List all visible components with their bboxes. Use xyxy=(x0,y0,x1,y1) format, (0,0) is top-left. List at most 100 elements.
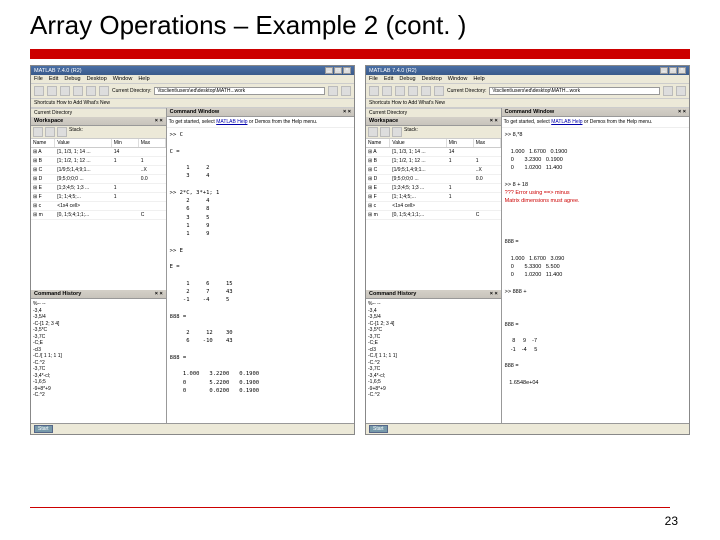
ws-col-name[interactable]: Name xyxy=(366,139,390,147)
help-link[interactable]: MATLAB Help xyxy=(216,119,247,125)
shortcuts-bar[interactable]: Shortcuts How to Add What's New xyxy=(31,99,354,108)
start-button[interactable]: Start xyxy=(369,425,388,433)
ws-var-row[interactable]: ⊞ E[1;3;4;5; 1;3 ...1 xyxy=(366,184,501,193)
ws-var-row[interactable]: ⊞ c<1x4 cell> xyxy=(366,202,501,211)
curdir-label: Current Directory: xyxy=(112,88,151,94)
close-icon[interactable]: × xyxy=(678,67,686,74)
cmdwin-body[interactable]: >> C C = 1 2 3 4 >> 2*C, 3*+1; 1 2 4 6 8… xyxy=(167,128,354,423)
undo-icon[interactable] xyxy=(99,86,109,96)
ws-col-max[interactable]: Max xyxy=(139,139,166,147)
ws-col-value[interactable]: Value xyxy=(55,139,112,147)
menu-window[interactable]: Window xyxy=(448,76,468,82)
ws-var-row[interactable]: ⊞ E[1;3;4;5; 1;3 ...1 xyxy=(31,184,166,193)
ws-var-row[interactable]: ⊞ m[0, 1;5;4;1;1;...C xyxy=(31,211,166,220)
ws-var-row[interactable]: ⊞ C[1/9;5;1,4;9;1.....X xyxy=(31,166,166,175)
paste-icon[interactable] xyxy=(86,86,96,96)
menu-debug[interactable]: Debug xyxy=(64,76,80,82)
maximize-icon[interactable]: □ xyxy=(669,67,677,74)
matlab-window-left: MATLAB 7.4.0 (R2) _ □ × File Edit Debug … xyxy=(30,65,355,435)
ws-col-min[interactable]: Min xyxy=(112,139,139,147)
curdir-tab[interactable]: Current Directory xyxy=(31,108,166,117)
panel-close-icon[interactable]: × × xyxy=(678,109,686,115)
open-icon[interactable] xyxy=(382,86,392,96)
panel-close-icon[interactable]: × × xyxy=(490,291,498,297)
ws-var-row[interactable]: ⊞ A[1, 1/3, 1; 14 ...14 xyxy=(31,148,166,157)
new-icon[interactable] xyxy=(369,86,379,96)
open-icon[interactable] xyxy=(47,86,57,96)
cmdhist-body[interactable]: %-- ---3,4-3,5/4-C-[1 2; 3 4]-3,5*C-3,7C… xyxy=(31,299,166,401)
menu-debug[interactable]: Debug xyxy=(399,76,415,82)
help-link[interactable]: MATLAB Help xyxy=(551,119,582,125)
panel-close-icon[interactable]: × × xyxy=(155,291,163,297)
ws-var-row[interactable]: ⊞ A[1, 1/3, 1; 14 ...14 xyxy=(366,148,501,157)
ws-tool-icon[interactable] xyxy=(45,127,55,137)
ws-col-max[interactable]: Max xyxy=(474,139,501,147)
panel-close-icon[interactable]: × × xyxy=(155,118,163,124)
ws-tool-icon[interactable] xyxy=(392,127,402,137)
menu-help[interactable]: Help xyxy=(138,76,149,82)
cut-icon[interactable] xyxy=(395,86,405,96)
cmdhist-title: Command History xyxy=(369,291,416,297)
menubar: File Edit Debug Desktop Window Help xyxy=(366,75,689,84)
paste-icon[interactable] xyxy=(421,86,431,96)
copy-icon[interactable] xyxy=(408,86,418,96)
start-msg: To get started, select MATLAB Help or De… xyxy=(167,117,354,128)
start-msg: To get started, select MATLAB Help or De… xyxy=(502,117,689,128)
ws-var-row[interactable]: ⊞ F[1; 1;4;5;...1 xyxy=(366,193,501,202)
curdir-label: Current Directory: xyxy=(447,88,486,94)
ws-col-min[interactable]: Min xyxy=(447,139,474,147)
cmdwin-title: Command Window xyxy=(170,109,219,115)
ws-tool-icon[interactable] xyxy=(33,127,43,137)
ws-tool-icon[interactable] xyxy=(57,127,67,137)
menu-file[interactable]: File xyxy=(34,76,43,82)
maximize-icon[interactable]: □ xyxy=(334,67,342,74)
copy-icon[interactable] xyxy=(73,86,83,96)
menu-desktop[interactable]: Desktop xyxy=(422,76,442,82)
ws-var-row[interactable]: ⊞ c<1x4 cell> xyxy=(31,202,166,211)
ws-var-row[interactable]: ⊞ D[9;5;0;0;0 ...0.0 xyxy=(31,175,166,184)
menu-help[interactable]: Help xyxy=(473,76,484,82)
minimize-icon[interactable]: _ xyxy=(325,67,333,74)
red-bar xyxy=(30,49,690,59)
curdir-input[interactable]: \\tsclient\users\ed\desktop\MATH...work xyxy=(154,87,325,95)
ws-tool-icon[interactable] xyxy=(380,127,390,137)
ws-var-row[interactable]: ⊞ F[1; 1;4;5;...1 xyxy=(31,193,166,202)
ws-col-name[interactable]: Name xyxy=(31,139,55,147)
menu-desktop[interactable]: Desktop xyxy=(87,76,107,82)
cmdhist-title: Command History xyxy=(34,291,81,297)
go-icon[interactable] xyxy=(341,86,351,96)
ws-var-row[interactable]: ⊞ C[1/9;5;1,4;9;1.....X xyxy=(366,166,501,175)
close-icon[interactable]: × xyxy=(343,67,351,74)
new-icon[interactable] xyxy=(34,86,44,96)
panel-close-icon[interactable]: × × xyxy=(343,109,351,115)
menu-file[interactable]: File xyxy=(369,76,378,82)
menu-edit[interactable]: Edit xyxy=(384,76,393,82)
ws-var-row[interactable]: ⊞ B[1; 1/2, 1; 12 ...11 xyxy=(31,157,166,166)
cmdhist-body[interactable]: %-- ---3,4-3,5/4-C-[1 2; 3 4]-3,5*C-3,7C… xyxy=(366,299,501,401)
curdir-tab[interactable]: Current Directory xyxy=(366,108,501,117)
cmdwin-body[interactable]: >> 8,*8 1.000 1.6700 0.1900 0 3.2300 0.1… xyxy=(502,128,689,423)
workspace-title: Workspace xyxy=(369,118,398,124)
go-icon[interactable] xyxy=(676,86,686,96)
ws-var-row[interactable]: ⊞ m[0, 1;5;4;1;1;...C xyxy=(366,211,501,220)
ws-var-row[interactable]: ⊞ D[9;5;0;0;0 ...0.0 xyxy=(366,175,501,184)
shortcuts-bar[interactable]: Shortcuts How to Add What's New xyxy=(366,99,689,108)
browse-icon[interactable] xyxy=(663,86,673,96)
minimize-icon[interactable]: _ xyxy=(660,67,668,74)
start-button[interactable]: Start xyxy=(34,425,53,433)
undo-icon[interactable] xyxy=(434,86,444,96)
panel-close-icon[interactable]: × × xyxy=(490,118,498,124)
browse-icon[interactable] xyxy=(328,86,338,96)
ws-col-value[interactable]: Value xyxy=(390,139,447,147)
menu-window[interactable]: Window xyxy=(113,76,133,82)
curdir-input[interactable]: \\tsclient\users\ed\desktop\MATH...work xyxy=(489,87,660,95)
titlebar: MATLAB 7.4.0 (R2) _ □ × xyxy=(366,66,689,75)
ws-var-row[interactable]: ⊞ B[1; 1/2, 1; 12 ...11 xyxy=(366,157,501,166)
titlebar: MATLAB 7.4.0 (R2) _ □ × xyxy=(31,66,354,75)
stack-label: Stack: xyxy=(404,127,418,137)
toolbar: Current Directory: \\tsclient\users\ed\d… xyxy=(31,84,354,99)
cut-icon[interactable] xyxy=(60,86,70,96)
menu-edit[interactable]: Edit xyxy=(49,76,58,82)
ws-tool-icon[interactable] xyxy=(368,127,378,137)
matlab-window-right: MATLAB 7.4.0 (R2) _ □ × File Edit Debug … xyxy=(365,65,690,435)
